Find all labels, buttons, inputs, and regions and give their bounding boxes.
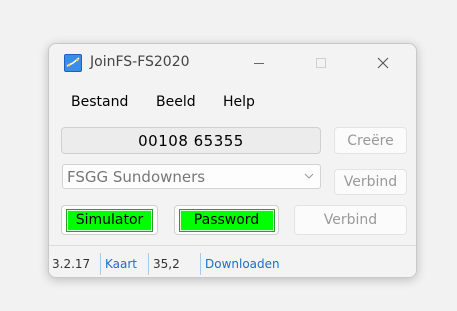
app-logo-icon	[64, 54, 82, 72]
app-window: JoinFS-FS2020 Bestand Beeld Help 00108 6…	[48, 43, 417, 278]
chevron-down-icon	[304, 173, 314, 179]
status-divider	[100, 253, 101, 275]
maximize-icon	[316, 58, 326, 68]
minimize-icon	[254, 63, 264, 64]
create-button[interactable]: Creëre	[334, 127, 407, 154]
group-select[interactable]: FSGG Sundowners	[62, 164, 321, 189]
minimize-button[interactable]	[235, 44, 283, 82]
status-divider	[148, 253, 149, 275]
title-bar[interactable]: JoinFS-FS2020	[49, 44, 416, 82]
map-link[interactable]: Kaart	[105, 257, 137, 271]
group-select-value: FSGG Sundowners	[67, 168, 206, 186]
status-bar: 3.2.17 Kaart 35,2 Downloaden	[49, 245, 416, 277]
password-label: Password	[178, 208, 275, 232]
download-link[interactable]: Downloaden	[205, 257, 280, 271]
menu-bar: Bestand Beeld Help	[49, 89, 416, 115]
menu-view[interactable]: Beeld	[156, 94, 196, 110]
version-label: 3.2.17	[52, 257, 91, 271]
window-title: JoinFS-FS2020	[90, 54, 190, 70]
password-button[interactable]: Password	[174, 205, 279, 235]
status-divider	[200, 253, 201, 275]
close-icon	[377, 57, 389, 69]
connect-button[interactable]: Verbind	[294, 205, 407, 235]
simulator-button[interactable]: Simulator	[61, 205, 158, 235]
menu-help[interactable]: Help	[223, 94, 255, 110]
session-code-button[interactable]: 00108 65355	[61, 127, 321, 154]
close-button[interactable]	[359, 44, 407, 82]
status-value: 35,2	[153, 257, 180, 271]
maximize-button[interactable]	[297, 44, 345, 82]
simulator-label: Simulator	[66, 208, 153, 232]
menu-file[interactable]: Bestand	[71, 94, 128, 110]
group-connect-button[interactable]: Verbind	[334, 169, 407, 195]
